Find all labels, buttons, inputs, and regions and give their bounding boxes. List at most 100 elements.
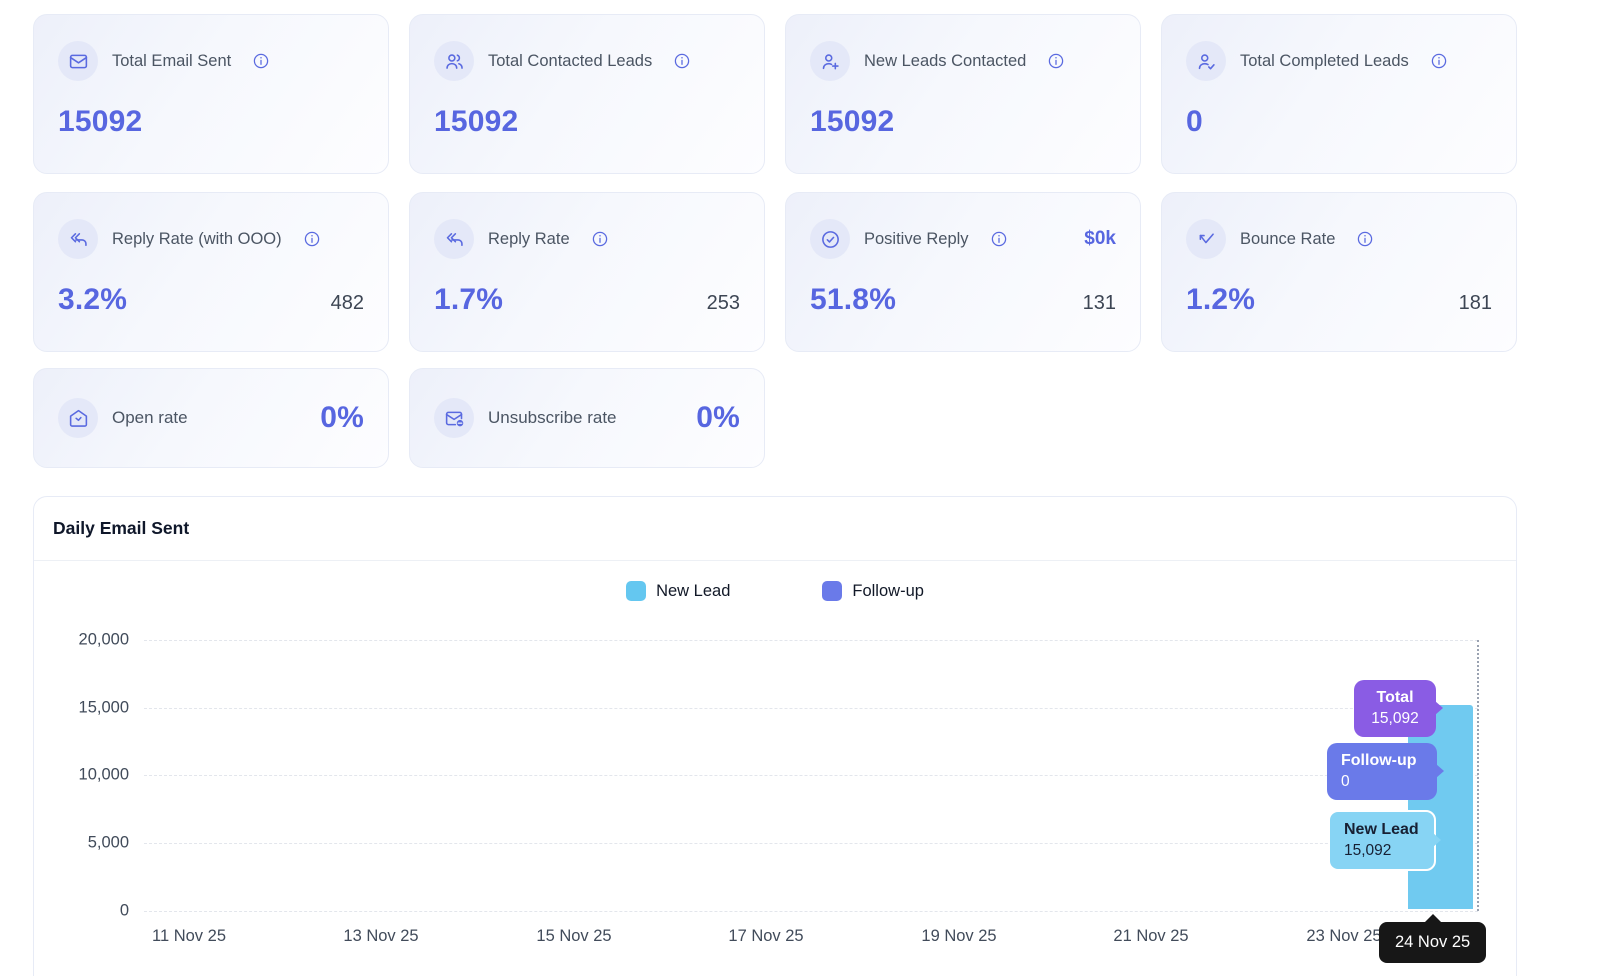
tooltip-total-value: 15,092: [1368, 709, 1422, 729]
legend-item-new-lead[interactable]: New Lead: [626, 581, 730, 601]
card-label: Bounce Rate: [1240, 230, 1335, 249]
card-value: 0: [1186, 105, 1203, 139]
card-label: Positive Reply: [864, 230, 969, 249]
card-new-leads-contacted: New Leads Contacted 15092: [785, 14, 1141, 174]
gridline: [144, 775, 1478, 776]
card-label: Reply Rate: [488, 230, 570, 249]
card-value: 1.7%: [434, 283, 503, 317]
card-positive-reply: Positive Reply $0k 51.8% 131: [785, 192, 1141, 352]
card-count: 253: [707, 292, 740, 315]
y-axis-tick: 0: [34, 902, 129, 921]
x-axis-tick: 23 Nov 25: [1306, 927, 1381, 946]
card-label: New Leads Contacted: [864, 52, 1026, 71]
tooltip-arrow: [1436, 764, 1444, 778]
tooltip-arrow: [1435, 701, 1443, 715]
card-count: 181: [1459, 292, 1492, 315]
dashboard: Total Email Sent 15092 Total Contacted L…: [33, 14, 1517, 976]
y-axis-tick: 10,000: [34, 766, 129, 785]
bounce-arrow-icon: [1186, 219, 1226, 259]
new-lead-swatch-icon: [626, 581, 646, 601]
card-value: 15092: [810, 105, 894, 139]
metrics-row-2: Reply Rate (with OOO) 3.2% 482 Reply Rat…: [33, 192, 1517, 352]
info-icon[interactable]: [1047, 52, 1065, 70]
metrics-row-3: Open rate 0% Unsubscribe rate 0%: [33, 368, 1517, 468]
gridline: [144, 640, 1478, 641]
card-value: 0%: [696, 401, 740, 435]
card-value: 1.2%: [1186, 283, 1255, 317]
tooltip-date: 24 Nov 25: [1379, 922, 1486, 963]
card-value: 3.2%: [58, 283, 127, 317]
tooltip-newlead-label: New Lead: [1344, 820, 1420, 841]
x-axis-tick: 17 Nov 25: [728, 927, 803, 946]
card-count: 131: [1083, 292, 1116, 315]
tooltip-newlead-value: 15,092: [1344, 841, 1420, 861]
legend-item-follow-up[interactable]: Follow-up: [822, 581, 924, 601]
tooltip-new-lead: New Lead 15,092: [1328, 810, 1436, 871]
card-reply-rate: Reply Rate 1.7% 253: [409, 192, 765, 352]
gridline: [144, 843, 1478, 844]
info-icon[interactable]: [673, 52, 691, 70]
mail-open-icon: [58, 398, 98, 438]
info-icon[interactable]: [990, 230, 1008, 248]
x-axis-tick: 19 Nov 25: [921, 927, 996, 946]
card-open-rate: Open rate 0%: [33, 368, 389, 468]
card-value: 0%: [320, 401, 364, 435]
card-value: 15092: [434, 105, 518, 139]
info-icon[interactable]: [1356, 230, 1374, 248]
info-icon[interactable]: [591, 230, 609, 248]
tooltip-follow-up: Follow-up 0: [1327, 743, 1437, 800]
mail-minus-icon: [434, 398, 474, 438]
x-axis-tick: 15 Nov 25: [536, 927, 611, 946]
user-check-icon: [1186, 41, 1226, 81]
card-unsubscribe-rate: Unsubscribe rate 0%: [409, 368, 765, 468]
y-axis-tick: 20,000: [34, 631, 129, 650]
gridline: [144, 911, 1478, 912]
card-value: 15092: [58, 105, 142, 139]
chart-title-bar: Daily Email Sent: [34, 497, 1516, 561]
card-bounce-rate: Bounce Rate 1.2% 181: [1161, 192, 1517, 352]
user-plus-icon: [810, 41, 850, 81]
card-total-email-sent: Total Email Sent 15092: [33, 14, 389, 174]
users-icon: [434, 41, 474, 81]
legend-label: Follow-up: [852, 582, 924, 601]
tooltip-up-arrow: [1424, 914, 1442, 923]
positive-reply-amount: $0k: [1084, 228, 1116, 250]
reply-all-icon: [434, 219, 474, 259]
x-axis-tick: 13 Nov 25: [343, 927, 418, 946]
follow-up-swatch-icon: [822, 581, 842, 601]
check-circle-icon: [810, 219, 850, 259]
card-value: 51.8%: [810, 283, 896, 317]
card-total-contacted-leads: Total Contacted Leads 15092: [409, 14, 765, 174]
metrics-row-1: Total Email Sent 15092 Total Contacted L…: [33, 14, 1517, 174]
tooltip-date-label: 24 Nov 25: [1395, 933, 1470, 951]
gridline: [144, 708, 1478, 709]
y-axis-tick: 5,000: [34, 834, 129, 853]
chart-legend: New Lead Follow-up: [34, 581, 1516, 601]
tooltip-followup-value: 0: [1341, 772, 1423, 792]
x-axis-tick: 21 Nov 25: [1113, 927, 1188, 946]
card-label: Total Contacted Leads: [488, 52, 652, 71]
tooltip-total-label: Total: [1368, 688, 1422, 709]
info-icon[interactable]: [1430, 52, 1448, 70]
daily-email-sent-chart-card: Daily Email Sent New Lead Follow-up 20,0…: [33, 496, 1517, 976]
tooltip-arrow: [1433, 833, 1441, 847]
card-total-completed-leads: Total Completed Leads 0: [1161, 14, 1517, 174]
card-label: Unsubscribe rate: [488, 408, 617, 428]
x-axis-tick: 11 Nov 25: [152, 927, 226, 946]
hover-crosshair: [1477, 640, 1479, 911]
info-icon[interactable]: [252, 52, 270, 70]
mail-icon: [58, 41, 98, 81]
card-reply-rate-ooo: Reply Rate (with OOO) 3.2% 482: [33, 192, 389, 352]
card-count: 482: [331, 292, 364, 315]
tooltip-total: Total 15,092: [1354, 680, 1436, 737]
card-label: Reply Rate (with OOO): [112, 230, 282, 249]
reply-all-icon: [58, 219, 98, 259]
card-label: Total Completed Leads: [1240, 52, 1409, 71]
tooltip-followup-label: Follow-up: [1341, 751, 1423, 772]
card-label: Total Email Sent: [112, 52, 231, 71]
legend-label: New Lead: [656, 582, 730, 601]
chart-title: Daily Email Sent: [53, 518, 189, 539]
card-label: Open rate: [112, 408, 188, 428]
y-axis-tick: 15,000: [34, 699, 129, 718]
info-icon[interactable]: [303, 230, 321, 248]
